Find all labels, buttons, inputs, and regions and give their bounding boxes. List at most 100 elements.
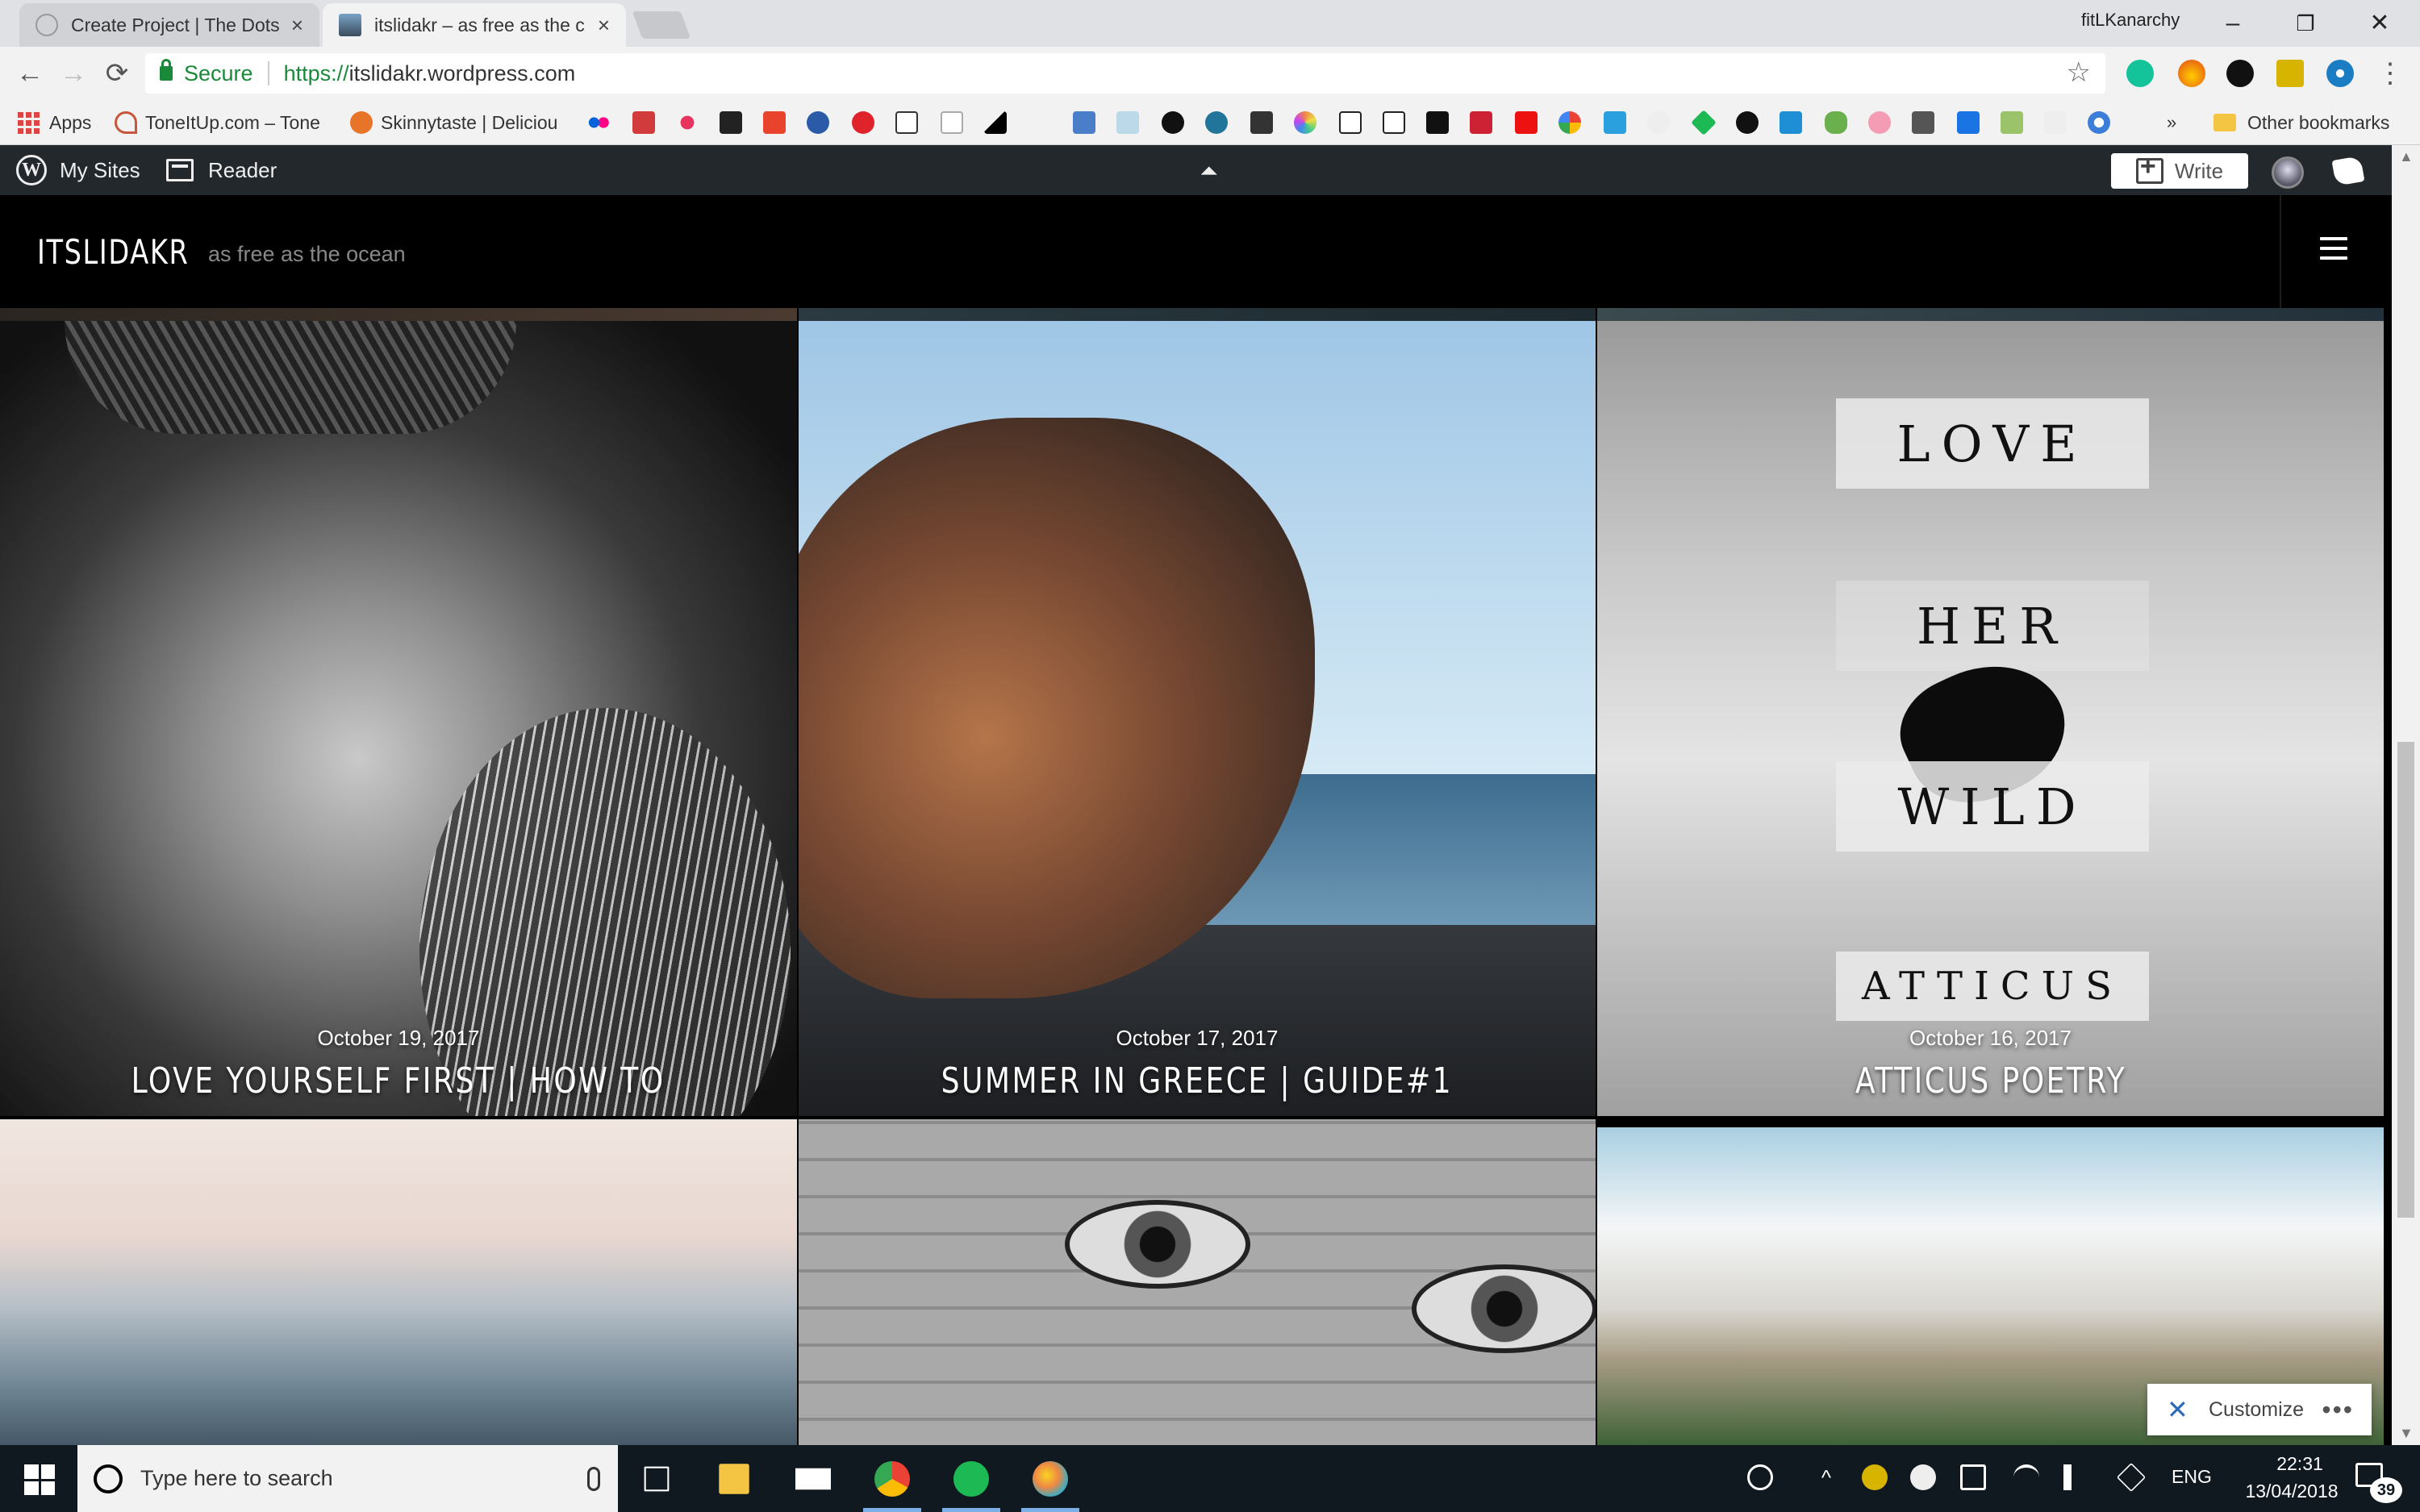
windows-start-icon[interactable] [24, 1464, 55, 1495]
tab-close-icon[interactable]: × [598, 13, 610, 38]
swirl-bookmark-icon[interactable] [1736, 111, 1759, 134]
clock-time[interactable]: 22:31 [2255, 1453, 2344, 1475]
post-card[interactable]: October 19, 2017 LOVE YOURSELF FIRST | H… [0, 321, 797, 1116]
bookmark-star-icon[interactable]: ☆ [2067, 56, 2091, 89]
nyt-bookmark-icon[interactable] [1339, 111, 1362, 134]
reader-menu[interactable]: Reader [166, 145, 277, 195]
adidas-bookmark-icon[interactable] [984, 111, 1007, 134]
address-bar[interactable]: Secure https:// itslidakr.wordpress.com … [145, 53, 2105, 94]
post-title[interactable]: SUMMER IN GREECE | GUIDE#1 [941, 1060, 1453, 1102]
show-hidden-icons-icon[interactable]: ^ [1813, 1464, 1839, 1490]
vertical-scrollbar[interactable]: ▲ ▼ [2392, 145, 2420, 1445]
post-card[interactable]: LOVE HER WILD ATTICUS October 16, 2017 A… [1597, 321, 2384, 1116]
onedrive-icon[interactable] [1910, 1464, 1936, 1490]
camera-bookmark-icon[interactable] [1912, 111, 1934, 134]
green-diamond-bookmark-icon[interactable] [1691, 110, 1717, 135]
close-window-button[interactable]: ✕ [2347, 5, 2412, 42]
scroll-down-icon[interactable]: ▼ [2399, 1425, 2414, 1442]
red-square-bookmark-icon[interactable] [1515, 111, 1538, 134]
customize-button[interactable]: ✕ Customize ••• [2147, 1384, 2372, 1435]
e-bookmark-icon[interactable] [1383, 111, 1405, 134]
site-title[interactable]: ITSLIDAKR [37, 232, 189, 272]
microphone-icon[interactable] [587, 1466, 600, 1491]
restore-button[interactable]: ❐ [2273, 5, 2338, 42]
taskbar-search-input[interactable]: Type here to search [77, 1445, 618, 1512]
grammarly-extension-icon[interactable] [2126, 60, 2154, 87]
clock-date[interactable]: 13/04/2018 [2231, 1481, 2352, 1502]
people-icon[interactable] [1747, 1464, 1773, 1490]
cf-bookmark-icon[interactable] [720, 111, 742, 134]
red-grid-bookmark-icon[interactable] [632, 111, 655, 134]
code-bookmark-icon[interactable] [1957, 111, 1980, 134]
wordpress-bookmark-icon[interactable] [1205, 111, 1228, 134]
tab-itslidakr[interactable]: itslidakr – as free as the c × [323, 3, 626, 47]
minimize-button[interactable]: – [2201, 5, 2265, 42]
back-button[interactable]: ← [11, 55, 48, 92]
forward-button[interactable]: → [55, 55, 92, 92]
white-bookmark-icon[interactable] [1647, 111, 1670, 134]
task-view-icon[interactable] [644, 1466, 670, 1492]
dark-bookmark-icon[interactable] [1250, 111, 1273, 134]
t-bookmark-icon[interactable] [895, 111, 918, 134]
my-sites-menu[interactable]: W My Sites [16, 145, 140, 195]
wifi-icon[interactable] [2013, 1464, 2039, 1490]
notifications-bell-icon[interactable] [2331, 156, 2365, 186]
battery-icon[interactable] [1960, 1464, 1986, 1490]
page-bookmark-icon[interactable] [941, 111, 963, 134]
post-card[interactable]: October 17, 2017 SUMMER IN GREECE | GUID… [799, 321, 1596, 1116]
chrome-menu-button[interactable]: ⋮ [2372, 55, 2409, 92]
leaf-bookmark-icon[interactable] [1825, 111, 1847, 134]
m-blue-bookmark-icon[interactable] [1604, 111, 1626, 134]
paint-icon[interactable] [1033, 1461, 1068, 1497]
vita-bookmark-icon[interactable] [1116, 111, 1139, 134]
m-bookmark-icon[interactable] [1426, 111, 1449, 134]
post-card[interactable] [799, 1119, 1596, 1445]
scrollbar-thumb[interactable] [2397, 742, 2414, 1218]
new-tab-button[interactable] [632, 11, 691, 39]
hamburger-menu-icon[interactable] [2320, 237, 2347, 260]
bookmark-skinnytaste[interactable]: Skinnytaste | Deliciou [350, 108, 570, 137]
chrome-profile-name[interactable]: fitLKanarchy [2081, 10, 2180, 31]
tab-close-icon[interactable]: × [291, 13, 303, 38]
volume-icon[interactable] [2063, 1464, 2089, 1490]
file-explorer-icon[interactable] [719, 1464, 749, 1494]
p-bookmark-icon[interactable] [763, 111, 786, 134]
write-button[interactable]: Write [2111, 151, 2248, 189]
google-bookmark-icon[interactable] [1558, 111, 1581, 134]
more-options-icon[interactable]: ••• [2322, 1395, 2354, 1425]
scroll-up-icon[interactable]: ▲ [2399, 148, 2414, 165]
black-circle-bookmark-icon[interactable] [1162, 111, 1184, 134]
checkmark-extension-icon[interactable] [2276, 60, 2304, 87]
collapse-bar-icon[interactable]: ⏶ [1197, 158, 1221, 183]
apps-bookmark[interactable]: Apps [18, 108, 91, 137]
tab-create-project[interactable]: Create Project | The Dots × [19, 3, 319, 47]
user-avatar[interactable] [2272, 156, 2304, 189]
yelp-bookmark-icon[interactable] [852, 111, 874, 134]
other-bookmarks[interactable]: Other bookmarks [2213, 108, 2389, 137]
target-bookmark-icon[interactable] [2088, 111, 2110, 134]
spon-bookmark-icon[interactable] [1470, 111, 1492, 134]
signature-bookmark-icon[interactable] [2044, 111, 2067, 134]
post-title[interactable]: LOVE YOURSELF FIRST | HOW TO [131, 1060, 666, 1102]
flickr-bookmark-icon[interactable] [587, 111, 610, 134]
blue-circle-bookmark-icon[interactable] [807, 111, 829, 134]
more-bookmarks-button[interactable]: » [2167, 108, 2176, 137]
s-extension-icon[interactable] [2226, 60, 2254, 87]
post-card[interactable] [0, 1119, 797, 1445]
reload-button[interactable]: ⟳ [98, 55, 136, 92]
blue-extension-icon[interactable] [2326, 60, 2354, 87]
spotify-icon[interactable] [953, 1461, 989, 1497]
pink-bookmark-icon[interactable] [680, 115, 695, 130]
chrome-taskbar-icon[interactable] [874, 1461, 910, 1497]
norton-tray-icon[interactable] [1862, 1464, 1888, 1490]
fire-extension-icon[interactable] [2178, 60, 2205, 87]
color-wheel-bookmark-icon[interactable] [1294, 111, 1316, 134]
x-bookmark-icon[interactable] [1780, 111, 1802, 134]
cloud-bookmark-icon[interactable] [1868, 111, 1891, 134]
language-indicator[interactable]: ENG [2172, 1466, 2212, 1488]
mail-icon[interactable] [795, 1468, 831, 1490]
bookmark-toneitup[interactable]: ToneItUp.com – Tone [115, 108, 326, 137]
blue-square-bookmark-icon[interactable] [1073, 111, 1095, 134]
image-bookmark-icon[interactable] [2001, 111, 2023, 134]
post-title[interactable]: ATTICUS POETRY [1855, 1060, 2126, 1102]
